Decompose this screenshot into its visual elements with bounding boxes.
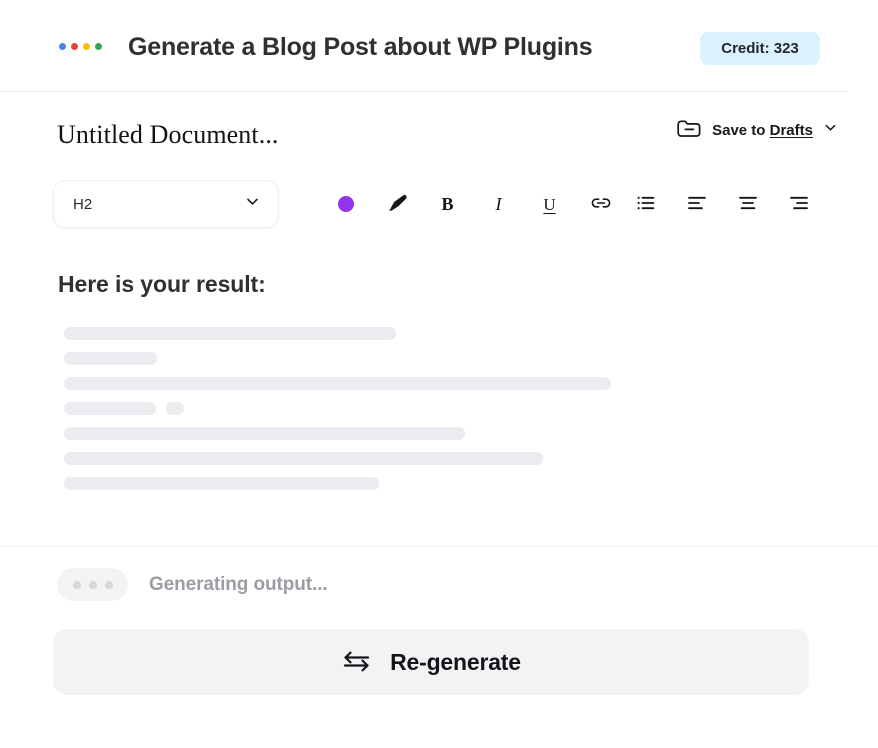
typing-dot bbox=[73, 581, 81, 589]
save-to-drafts-control[interactable]: Save to Drafts bbox=[676, 117, 838, 143]
document-title[interactable]: Untitled Document... bbox=[57, 120, 279, 150]
text-format-tools: B I U bbox=[320, 180, 626, 228]
underline-icon: U bbox=[543, 196, 555, 213]
skeleton-bar bbox=[64, 377, 611, 390]
logo-dot-blue bbox=[59, 43, 66, 50]
align-left-icon bbox=[686, 192, 708, 217]
italic-icon: I bbox=[496, 195, 502, 213]
bulleted-list-button[interactable] bbox=[620, 180, 671, 228]
typing-dot bbox=[89, 581, 97, 589]
link-icon bbox=[589, 191, 613, 218]
text-style-value: H2 bbox=[73, 196, 92, 213]
skeleton-row bbox=[64, 352, 624, 365]
multicolor-dots-logo bbox=[59, 43, 102, 50]
color-circle-icon bbox=[338, 196, 354, 212]
skeleton-row bbox=[64, 402, 624, 415]
align-right-icon bbox=[788, 192, 810, 217]
align-left-button[interactable] bbox=[671, 180, 722, 228]
credit-badge: Credit: 323 bbox=[700, 32, 820, 65]
skeleton-row bbox=[64, 427, 624, 440]
skeleton-bar bbox=[166, 402, 184, 415]
skeleton-bar bbox=[64, 402, 156, 415]
skeleton-bar bbox=[64, 352, 157, 365]
align-center-button[interactable] bbox=[722, 180, 773, 228]
italic-button[interactable]: I bbox=[473, 180, 524, 228]
skeleton-bar bbox=[64, 327, 396, 340]
logo-dot-yellow bbox=[83, 43, 90, 50]
chevron-down-icon[interactable] bbox=[823, 120, 838, 140]
typing-dot bbox=[105, 581, 113, 589]
footer-divider bbox=[0, 546, 878, 547]
bold-icon: B bbox=[441, 195, 453, 213]
status-text: Generating output... bbox=[149, 574, 328, 596]
save-prefix-text: Save to bbox=[712, 122, 770, 139]
save-to-drafts-label: Save to Drafts bbox=[712, 122, 813, 139]
paragraph-tools bbox=[620, 180, 824, 228]
align-right-button[interactable] bbox=[773, 180, 824, 228]
folder-minus-icon bbox=[676, 116, 703, 145]
link-button[interactable] bbox=[575, 180, 626, 228]
skeleton-bar bbox=[64, 427, 465, 440]
logo-dot-red bbox=[71, 43, 78, 50]
bulleted-list-icon bbox=[635, 192, 657, 217]
highlighter-button[interactable] bbox=[371, 180, 422, 228]
skeleton-row bbox=[64, 377, 624, 390]
skeleton-row bbox=[64, 477, 624, 490]
skeleton-bar bbox=[64, 477, 379, 490]
regenerate-label: Re-generate bbox=[390, 649, 521, 676]
page-title: Generate a Blog Post about WP Plugins bbox=[128, 33, 592, 62]
chevron-down-icon bbox=[244, 193, 261, 215]
skeleton-bar bbox=[64, 452, 543, 465]
logo-dot-green bbox=[95, 43, 102, 50]
text-style-select[interactable]: H2 bbox=[53, 180, 279, 228]
skeleton-row bbox=[64, 327, 624, 340]
align-center-icon bbox=[737, 192, 759, 217]
regenerate-button[interactable]: Re-generate bbox=[53, 629, 809, 695]
document-editor-app: Generate a Blog Post about WP Plugins Cr… bbox=[0, 0, 878, 748]
skeleton-row bbox=[64, 452, 624, 465]
app-header: Generate a Blog Post about WP Plugins Cr… bbox=[0, 0, 848, 92]
highlighter-icon bbox=[386, 192, 408, 217]
result-heading: Here is your result: bbox=[58, 271, 266, 298]
underline-button[interactable]: U bbox=[524, 180, 575, 228]
save-target-text[interactable]: Drafts bbox=[770, 122, 813, 139]
swap-arrows-icon bbox=[341, 647, 371, 678]
formatting-toolbar: H2 B bbox=[0, 180, 848, 230]
generation-status-row: Generating output... bbox=[57, 568, 328, 601]
text-color-swatch[interactable] bbox=[320, 180, 371, 228]
typing-dots-indicator bbox=[57, 568, 128, 601]
loading-skeleton bbox=[64, 327, 624, 502]
bold-button[interactable]: B bbox=[422, 180, 473, 228]
